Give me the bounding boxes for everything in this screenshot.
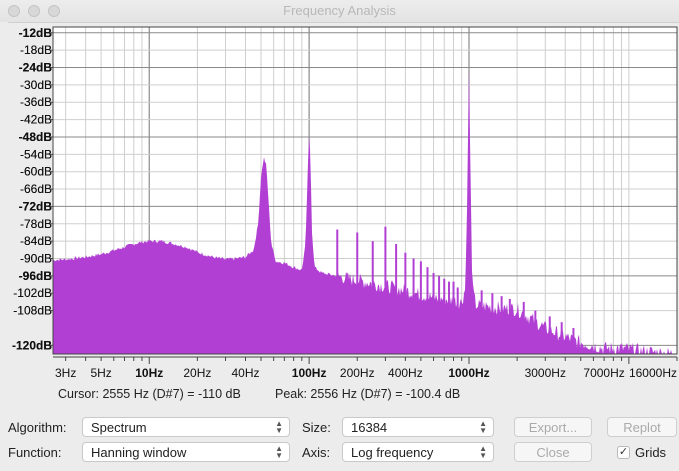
- spectrum-spike: [456, 287, 459, 354]
- spectrum-spike: [371, 241, 374, 354]
- updown-chevron-icon: ▲ ▼: [479, 419, 487, 435]
- y-axis-gutter: [0, 22, 8, 362]
- x-tick-label: 3Hz: [55, 366, 76, 380]
- x-tick-label: 16000Hz: [629, 366, 677, 380]
- spectrum-spike: [432, 272, 435, 354]
- y-tick-label: -18dB: [20, 43, 52, 57]
- peak-readout: Peak: 2556 Hz (D#7) = -100.4 dB: [275, 387, 461, 401]
- y-tick-label: -102dB: [13, 286, 52, 300]
- grids-label: Grids: [635, 445, 667, 460]
- axis-value: Log frequency: [351, 445, 434, 460]
- spectrum-spike: [412, 258, 415, 354]
- checkmark-icon: ✓: [618, 446, 629, 458]
- y-tick-label: -12dB: [19, 26, 53, 40]
- y-tick-label: -36dB: [20, 95, 52, 109]
- x-tick-label: 10Hz: [135, 366, 163, 380]
- function-select[interactable]: Hanning window ▲ ▼: [82, 442, 290, 462]
- y-tick-label: -30dB: [20, 78, 52, 92]
- spectrum-spike: [443, 278, 446, 354]
- spectrum-plot[interactable]: -12dB -18dB -24dB -30dB -36dB -42dB -48dB -54dB…: [0, 22, 679, 384]
- y-tick-label: -54dB: [20, 147, 52, 161]
- spectrum-spike: [480, 290, 483, 354]
- y-tick-label: -42dB: [20, 113, 52, 127]
- y-tick-label: -90dB: [20, 252, 52, 266]
- algorithm-select[interactable]: Spectrum ▲ ▼: [82, 417, 290, 437]
- spectrum-spike: [452, 281, 455, 354]
- spectrum-spike: [384, 226, 387, 354]
- cursor-readout: Cursor: 2555 Hz (D#7) = -110 dB: [58, 387, 241, 401]
- y-tick-label: -84dB: [20, 234, 52, 248]
- spectrum-spike: [336, 229, 339, 354]
- y-tick-label: -66dB: [20, 182, 52, 196]
- close-button[interactable]: Close: [514, 442, 592, 462]
- size-select[interactable]: 16384 ▲ ▼: [342, 417, 494, 437]
- spectrum-spike: [534, 310, 537, 354]
- spectrum-spike: [572, 327, 575, 354]
- replot-button[interactable]: Replot: [607, 417, 677, 437]
- spectrum-spike: [448, 281, 451, 354]
- spectrum-spike: [404, 252, 407, 354]
- x-tick-label: 100Hz: [292, 366, 327, 380]
- spectrum-spike: [508, 299, 511, 354]
- export-button[interactable]: Export...: [514, 417, 592, 437]
- axis-label: Axis:: [302, 445, 331, 460]
- spectrum-spike: [560, 322, 563, 354]
- grids-checkbox[interactable]: ✓: [617, 446, 630, 459]
- x-tick-label: 400Hz: [388, 366, 423, 380]
- y-tick-label: -60dB: [20, 165, 52, 179]
- spectrum-spike: [522, 301, 525, 354]
- spectrum-spike: [426, 267, 429, 354]
- spectrum-spike: [395, 244, 398, 354]
- window-title: Frequency Analysis: [283, 3, 396, 18]
- title-bar: Frequency Analysis: [0, 0, 679, 23]
- spectrum-spike: [491, 293, 494, 354]
- x-tick-label: 200Hz: [340, 366, 375, 380]
- size-label: Size:: [302, 420, 331, 435]
- updown-chevron-icon: ▲ ▼: [479, 444, 487, 460]
- x-tick-label: 20Hz: [183, 366, 211, 380]
- y-tick-label: -108dB: [13, 304, 52, 318]
- updown-chevron-icon: ▲ ▼: [275, 419, 283, 435]
- function-value: Hanning window: [91, 445, 187, 460]
- function-label: Function:: [8, 445, 62, 460]
- spectrum-spike: [438, 275, 441, 354]
- y-tick-label: -72dB: [19, 199, 53, 213]
- x-tick-label: 40Hz: [231, 366, 259, 380]
- size-value: 16384: [351, 420, 388, 435]
- x-tick-label: 5Hz: [90, 366, 111, 380]
- updown-chevron-icon: ▲ ▼: [275, 444, 283, 460]
- algorithm-label: Algorithm:: [8, 420, 67, 435]
- spectrum-spike: [419, 261, 422, 354]
- spectrum-spike: [548, 316, 551, 354]
- y-tick-label: -78dB: [20, 217, 52, 231]
- algorithm-value: Spectrum: [91, 420, 147, 435]
- x-tick-label: 7000Hz: [583, 366, 624, 380]
- x-tick-label: 1000Hz: [448, 366, 489, 380]
- axis-select[interactable]: Log frequency ▲ ▼: [342, 442, 494, 462]
- y-tick-label: -96dB: [19, 269, 53, 283]
- y-tick-label: -24dB: [19, 61, 53, 75]
- x-tick-label: 3000Hz: [525, 366, 566, 380]
- spectrum-spike: [500, 296, 503, 354]
- spectrum-spike: [356, 232, 359, 354]
- y-tick-label: -48dB: [19, 130, 53, 144]
- y-tick-label: -120dB: [12, 338, 52, 352]
